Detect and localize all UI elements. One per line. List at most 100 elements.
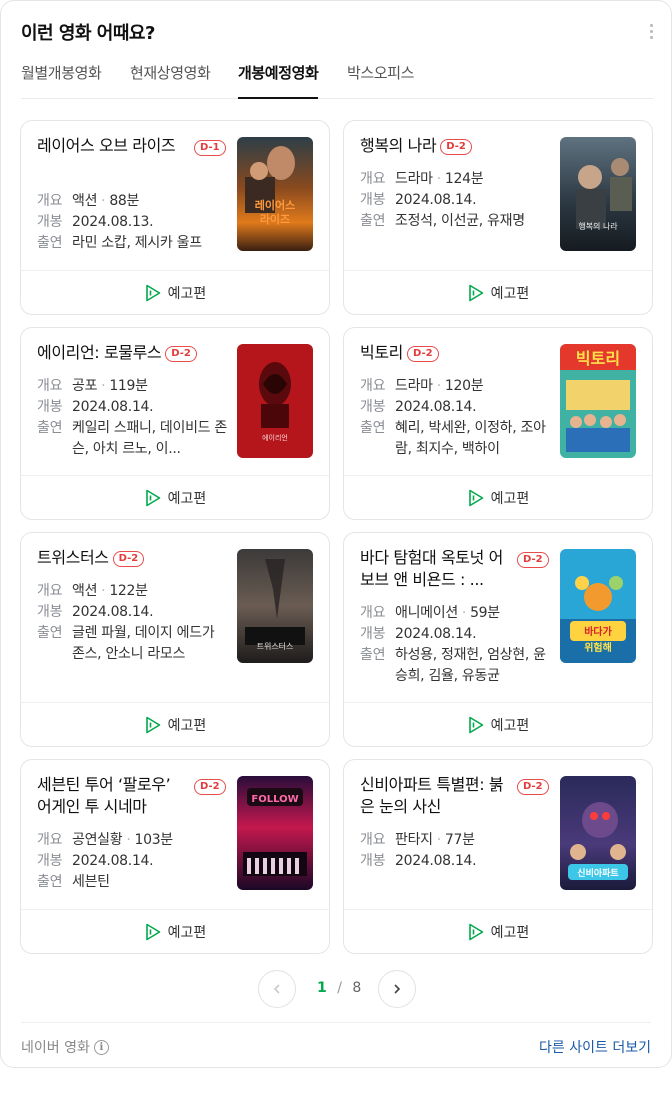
cast-value: 글렌 파월, 데이지 에드가 존스, 안소니 라모스: [72, 625, 215, 662]
movie-card[interactable]: 레이어스 오브 라이즈 D-1 레이어스 라이즈 개요 액션 · 88분 개봉 2024…: [20, 120, 330, 315]
movie-title[interactable]: 신비아파트 특별편: 붉은 눈의 사신: [360, 774, 510, 818]
prev-page-button[interactable]: [258, 970, 296, 1008]
poster-image: 빅토리: [560, 344, 636, 458]
movie-meta: 개요 드라마 · 124분 개봉 2024.08.14. 출연 조정석, 이선균, 유재명: [360, 169, 550, 232]
movie-card[interactable]: 에이리언: 로물루스 D-2 에이리언 개요 공포 · 119분 개봉 2024.08.1…: [20, 327, 330, 520]
poster-image: 에이리언: [237, 344, 313, 458]
movie-title[interactable]: 빅토리 D-2: [360, 342, 550, 364]
movie-poster[interactable]: 에이리언: [237, 344, 313, 458]
dday-badge: D-1: [194, 140, 226, 156]
release-value: 2024.08.14.: [395, 853, 477, 869]
runtime-value: 119분: [109, 378, 148, 394]
movie-title[interactable]: 바다 탐험대 옥토넛 어보브 앤 비욘드 : ...: [360, 547, 510, 591]
poster-image: 레이어스 라이즈: [237, 137, 313, 251]
movie-card[interactable]: 신비아파트 특별편: 붉은 눈의 사신 D-2 신비아파트 개요 판타지 · 77분 …: [343, 759, 653, 954]
movie-card[interactable]: 세븐틴 투어 ‘팔로우’ 어게인 투 시네마 D-2 FOLLOW 개요 공연실황…: [20, 759, 330, 954]
runtime-value: 103분: [134, 832, 173, 848]
footer-divider: [21, 1022, 651, 1023]
section-title: 이런 영화 어때요?: [21, 23, 155, 44]
tab-monthly-releases[interactable]: 월별개봉영화: [21, 57, 102, 99]
tab-now-showing[interactable]: 현재상영영화: [130, 57, 211, 99]
poster-image: 트위스터스: [237, 549, 313, 663]
poster-image: 신비아파트: [560, 776, 636, 890]
movie-title[interactable]: 레이어스 오브 라이즈: [37, 135, 187, 157]
dday-badge: D-2: [517, 552, 549, 568]
movie-poster[interactable]: 트위스터스: [237, 549, 313, 663]
movie-card[interactable]: 트위스터스 D-2 트위스터스 개요 액션 · 122분 개봉 2024.08.14. 출…: [20, 532, 330, 747]
release-value: 2024.08.13.: [72, 214, 154, 230]
movie-title[interactable]: 행복의 나라 D-2: [360, 135, 550, 157]
runtime-value: 59분: [470, 605, 500, 621]
genre-value: 공포: [72, 378, 98, 394]
trailer-button[interactable]: 예고편: [344, 475, 652, 519]
movie-title[interactable]: 에이리언: 로물루스 D-2: [37, 342, 227, 364]
trailer-button[interactable]: 예고편: [21, 702, 329, 746]
trailer-button[interactable]: 예고편: [21, 270, 329, 314]
chevron-right-icon: [394, 984, 401, 994]
play-icon: [145, 923, 160, 940]
play-icon: [145, 284, 160, 301]
svg-text:바다가: 바다가: [584, 625, 612, 638]
genre-value: 공연실황: [72, 832, 123, 848]
svg-text:위험해: 위험해: [584, 641, 612, 654]
svg-text:행복의 나라: 행복의 나라: [578, 221, 618, 231]
svg-text:FOLLOW: FOLLOW: [251, 794, 298, 805]
more-options-button[interactable]: [641, 21, 661, 41]
dday-badge: D-2: [194, 779, 226, 795]
trailer-label: 예고편: [167, 924, 207, 941]
trailer-button[interactable]: 예고편: [344, 702, 652, 746]
release-value: 2024.08.14.: [72, 604, 154, 620]
dday-badge: D-2: [165, 346, 197, 362]
poster-image: 바다가 위험해: [560, 549, 636, 663]
movie-poster[interactable]: 신비아파트: [560, 776, 636, 890]
movie-poster[interactable]: 레이어스 라이즈: [237, 137, 313, 251]
trailer-button[interactable]: 예고편: [344, 270, 652, 314]
trailer-label: 예고편: [167, 285, 207, 302]
more-sites-link[interactable]: 다른 사이트 더보기: [539, 1037, 651, 1057]
cast-value: 조정석, 이선균, 유재명: [395, 213, 525, 229]
movie-card[interactable]: 행복의 나라 D-2 행복의 나라 개요 드라마 · 124분 개봉 2024.08.14…: [343, 120, 653, 315]
movie-poster[interactable]: 바다가 위험해: [560, 549, 636, 663]
runtime-value: 120분: [444, 378, 484, 394]
dday-badge: D-2: [517, 779, 549, 795]
svg-text:에이리언: 에이리언: [262, 433, 288, 442]
movie-card[interactable]: 바다 탐험대 옥토넛 어보브 앤 비욘드 : ... D-2 바다가 위험해 개…: [343, 532, 653, 747]
play-icon: [145, 489, 160, 506]
svg-text:트위스터스: 트위스터스: [257, 642, 294, 651]
trailer-label: 예고편: [490, 717, 530, 734]
movie-recommendation-panel: 이런 영화 어때요? 월별개봉영화 현재상영영화 개봉예정영화 박스오피스 레이…: [0, 0, 672, 1068]
movie-meta: 개요 판타지 · 77분 개봉 2024.08.14.: [360, 830, 550, 872]
genre-label: 개요: [37, 193, 63, 209]
trailer-button[interactable]: 예고편: [21, 909, 329, 953]
movie-meta: 개요 공포 · 119분 개봉 2024.08.14. 출연 케일리 스패니, 데이비드 …: [37, 376, 227, 460]
runtime-value: 88분: [109, 193, 140, 209]
movie-poster[interactable]: FOLLOW: [237, 776, 313, 890]
info-icon[interactable]: i: [93, 1039, 109, 1055]
next-page-button[interactable]: [378, 970, 416, 1008]
current-page: 1: [317, 980, 327, 996]
trailer-label: 예고편: [490, 490, 530, 507]
dday-badge: D-2: [112, 551, 145, 567]
movie-title[interactable]: 세븐틴 투어 ‘팔로우’ 어게인 투 시네마: [37, 774, 187, 818]
svg-text:레이어스: 레이어스: [255, 198, 295, 212]
movie-poster[interactable]: 빅토리: [560, 344, 636, 458]
movie-meta: 개요 액션 · 88분 개봉 2024.08.13. 출연 라민 소캅, 제시카 울프: [37, 191, 227, 254]
trailer-button[interactable]: 예고편: [344, 909, 652, 953]
svg-text:라이즈: 라이즈: [260, 212, 290, 226]
movie-poster[interactable]: 행복의 나라: [560, 137, 636, 251]
cast-value: 하성용, 정재헌, 엄상현, 윤승희, 김율, 유동균: [395, 647, 546, 684]
play-icon: [468, 489, 483, 506]
release-value: 2024.08.14.: [395, 399, 477, 415]
play-icon: [468, 716, 483, 733]
genre-value: 액션: [72, 583, 98, 599]
movie-title[interactable]: 트위스터스 D-2: [37, 547, 227, 569]
source-label: 네이버 영화 i: [21, 1037, 109, 1057]
trailer-button[interactable]: 예고편: [21, 475, 329, 519]
trailer-label: 예고편: [490, 924, 530, 941]
movie-card[interactable]: 빅토리 D-2 빅토리 개요 드라마 · 120분 개봉 2024.08.14. 출연 혜리…: [343, 327, 653, 520]
release-label: 개봉: [37, 214, 63, 230]
runtime-value: 122분: [109, 583, 148, 599]
tab-box-office[interactable]: 박스오피스: [347, 57, 414, 99]
tab-upcoming[interactable]: 개봉예정영화: [238, 57, 319, 99]
more-dot-icon: [649, 29, 653, 33]
